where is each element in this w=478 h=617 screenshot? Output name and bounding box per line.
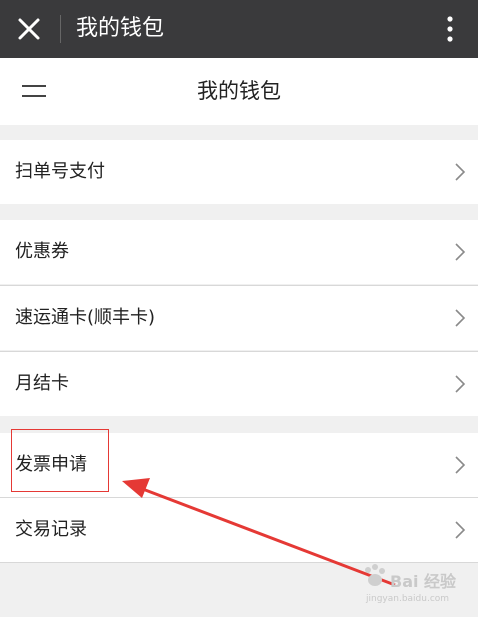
watermark-url: jingyan.baidu.com xyxy=(366,594,450,604)
list-item-label: 优惠券 xyxy=(15,241,69,262)
close-icon[interactable] xyxy=(14,14,44,44)
list-item-monthly-card[interactable]: 月结卡 xyxy=(0,352,478,416)
paw-logo-icon xyxy=(365,564,385,586)
chevron-right-icon xyxy=(454,374,466,394)
list-item-label: 速运通卡(顺丰卡) xyxy=(15,307,156,328)
list-item-label: 月结卡 xyxy=(15,373,69,394)
chevron-right-icon xyxy=(454,455,466,475)
chevron-right-icon xyxy=(454,308,466,328)
list-item-label: 发票申请 xyxy=(15,454,87,475)
list-item-invoice-request[interactable]: 发票申请 xyxy=(0,433,478,497)
page-title: 我的钱包 xyxy=(197,79,281,103)
page-nav-bar: 我的钱包 xyxy=(0,58,478,125)
list-item-coupons[interactable]: 优惠券 xyxy=(0,220,478,284)
chevron-right-icon xyxy=(454,242,466,262)
watermark: Bai 经验 jingyan.baidu.com xyxy=(360,560,470,610)
app-top-bar: 我的钱包 xyxy=(0,0,478,58)
more-vertical-icon[interactable] xyxy=(440,14,460,44)
list-item-sf-card[interactable]: 速运通卡(顺丰卡) xyxy=(0,286,478,350)
chevron-right-icon xyxy=(454,162,466,182)
window-title: 我的钱包 xyxy=(76,16,165,41)
list-item-label: 扫单号支付 xyxy=(15,161,105,182)
list-item-label: 交易记录 xyxy=(15,519,87,540)
title-divider xyxy=(60,15,61,43)
chevron-right-icon xyxy=(454,520,466,540)
list-item-transactions[interactable]: 交易记录 xyxy=(0,498,478,562)
list-item-scan-pay[interactable]: 扫单号支付 xyxy=(0,140,478,204)
list-divider xyxy=(0,562,478,563)
watermark-text: Bai 经验 xyxy=(390,572,457,591)
